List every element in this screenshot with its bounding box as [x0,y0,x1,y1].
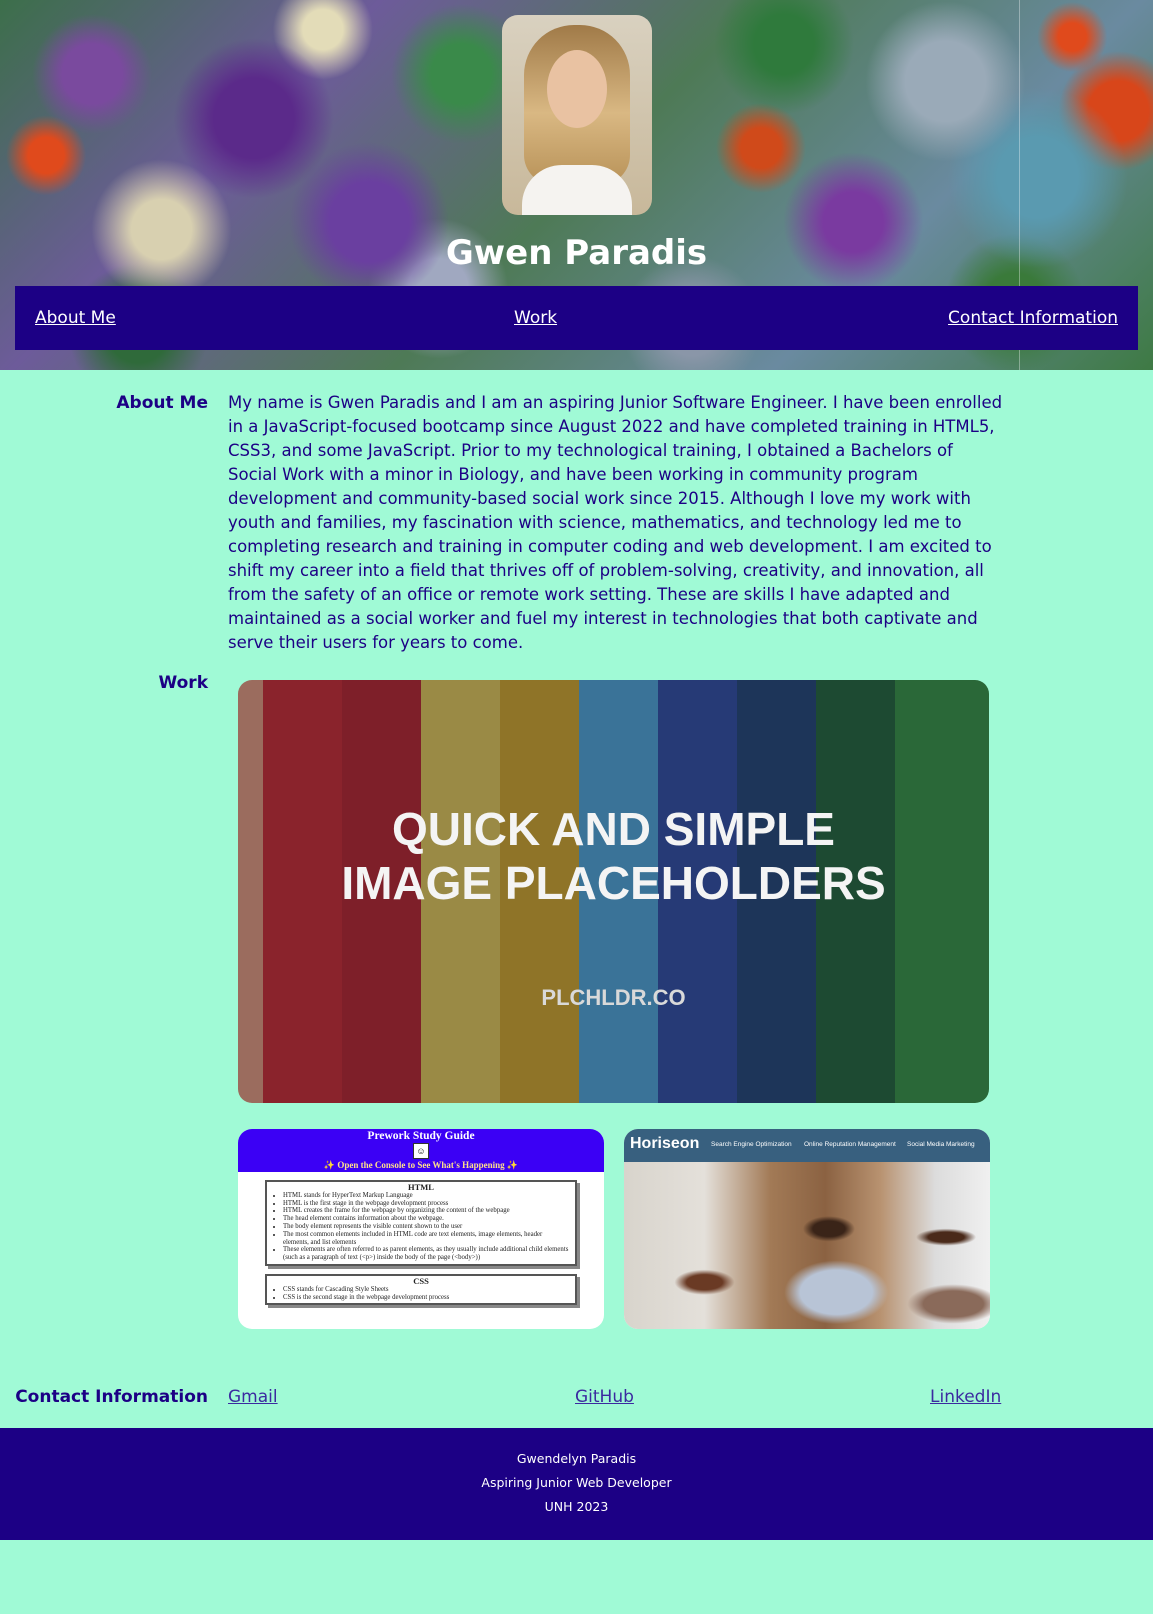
horiseon-logo: Horiseon [630,1135,700,1152]
study-guide-list-item: HTML is the first stage in the webpage d… [283,1200,569,1208]
placeholder-headline: QUICK AND SIMPLE IMAGE PLACEHOLDERS [238,802,989,910]
study-guide-list-item: CSS is the second stage in the webpage d… [283,1294,569,1302]
lion-icon: ☺ [413,1143,429,1159]
study-guide-html-box: HTML HTML stands for HyperText Markup La… [265,1180,577,1266]
about-me-text: My name is Gwen Paradis and I am an aspi… [228,393,1003,652]
study-guide-css-heading: CSS [413,1275,429,1286]
github-link[interactable]: GitHub [575,1387,634,1407]
placeholder-headline-line-1: QUICK AND SIMPLE [392,803,835,855]
contact-information-heading: Contact Information [15,1387,208,1407]
horiseon-nav-item: Social Media Marketing [907,1141,975,1148]
footer-school: UNH 2023 [544,1499,609,1514]
site-footer: Gwendelyn Paradis Aspiring Junior Web De… [0,1428,1153,1540]
study-guide-css-box: CSS CSS stands for Cascading Style Sheet… [265,1273,577,1306]
study-guide-list-item: These elements are often referred to as … [283,1246,569,1262]
featured-project-image[interactable]: QUICK AND SIMPLE IMAGE PLACEHOLDERS PLCH… [238,680,989,1103]
site-header: Gwen Paradis About Me Work Contact Infor… [0,0,1153,370]
nav-link-contact-information[interactable]: Contact Information [948,308,1118,328]
study-guide-title: Prework Study Guide [367,1130,475,1142]
nav-link-work[interactable]: Work [514,308,557,328]
study-guide-list-item: CSS stands for Cascading Style Sheets [283,1286,569,1294]
placeholder-headline-line-2: IMAGE PLACEHOLDERS [341,857,886,909]
project-thumbnail-study-guide[interactable]: Prework Study Guide ☺ ✨ Open the Console… [238,1129,604,1329]
main-nav: About Me Work Contact Information [15,286,1138,350]
avatar-shirt [522,165,632,215]
study-guide-css-list: CSS stands for Cascading Style SheetsCSS… [273,1286,569,1302]
linkedin-link[interactable]: LinkedIn [930,1387,1001,1407]
study-guide-list-item: HTML stands for HyperText Markup Languag… [283,1192,569,1200]
study-guide-html-list: HTML stands for HyperText Markup Languag… [273,1192,569,1262]
horiseon-team-photo [624,1162,990,1329]
study-guide-list-item: The body element represents the visible … [283,1223,569,1231]
footer-role: Aspiring Junior Web Developer [481,1475,672,1490]
work-heading: Work [158,673,208,693]
gmail-link[interactable]: Gmail [228,1387,278,1407]
placeholder-site-label: PLCHLDR.CO [541,985,686,1010]
study-guide-list-item: HTML creates the frame for the webpage b… [283,1207,569,1215]
study-guide-list-item: The head element contains information ab… [283,1215,569,1223]
nav-link-about-me[interactable]: About Me [35,308,116,328]
horiseon-nav-item: Search Engine Optimization [711,1141,792,1148]
study-guide-list-item: The most common elements included in HTM… [283,1231,569,1247]
project-thumbnail-horiseon[interactable]: Horiseon Search Engine Optimization Onli… [624,1129,990,1329]
horiseon-header: Horiseon Search Engine Optimization Onli… [624,1129,990,1162]
study-guide-subtitle: ✨ Open the Console to See What's Happeni… [323,1160,519,1170]
horiseon-nav-item: Online Reputation Management [804,1141,896,1148]
study-guide-header: Prework Study Guide ☺ ✨ Open the Console… [238,1129,604,1172]
page-title: Gwen Paradis [445,233,708,273]
about-me-heading: About Me [116,393,208,413]
avatar [502,15,652,215]
footer-name: Gwendelyn Paradis [516,1451,637,1466]
avatar-face [547,50,607,128]
study-guide-html-heading: HTML [408,1182,434,1192]
